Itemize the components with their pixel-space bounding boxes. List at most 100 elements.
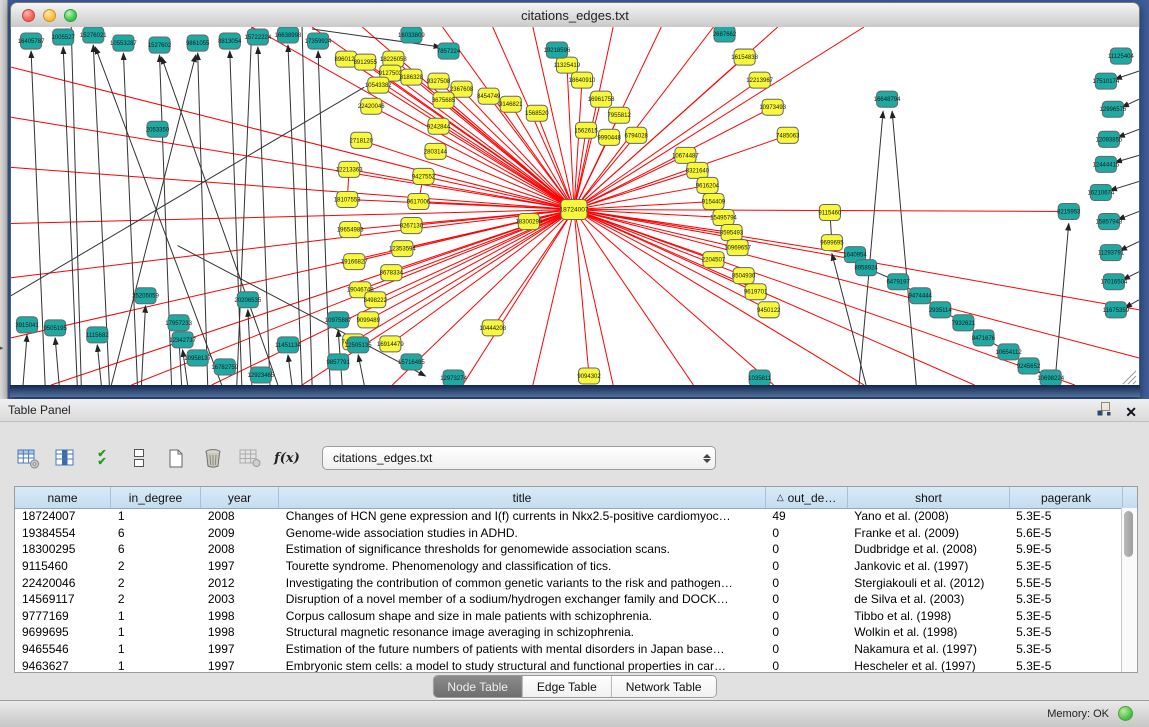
table-cell[interactable]: Tourette syndrome. Phenomenology and cla… (279, 559, 766, 573)
graph-node[interactable]: 16638998 (275, 27, 302, 43)
table-cell[interactable]: 5.3E-5 (1009, 609, 1122, 623)
table-row[interactable]: 1456911722003Disruption of a novel membe… (15, 591, 1122, 608)
graph-node[interactable]: 10654112 (995, 344, 1022, 360)
graph-node[interactable]: 10958137 (184, 350, 211, 366)
graph-node[interactable]: 8215953 (1057, 203, 1081, 219)
table-cell[interactable]: Dudbridge et al. (2008) (847, 542, 1009, 556)
table-row[interactable]: 1938455462009Genome-wide association stu… (15, 525, 1122, 542)
graph-node[interactable]: 1568520 (525, 105, 549, 121)
function-builder-button[interactable]: f(x) (275, 446, 299, 470)
graph-node[interactable]: 12996575 (1100, 101, 1127, 117)
table-cell[interactable]: Tibbo et al. (1998) (847, 609, 1009, 623)
graph-node[interactable]: 2053350 (146, 121, 170, 137)
table-cell[interactable]: 0 (765, 642, 847, 656)
graph-node[interactable]: 16648794 (874, 91, 901, 107)
graph-node[interactable]: 11293791 (1098, 245, 1125, 261)
graph-node[interactable]: 16961758 (588, 91, 615, 107)
graph-node[interactable]: 1005527 (52, 29, 76, 45)
graph-node[interactable]: 9619701 (744, 284, 768, 300)
graph-node[interactable]: 2204507 (702, 252, 726, 268)
graph-node[interactable]: 7932621 (952, 315, 976, 331)
graph-node[interactable]: 1562615 (574, 122, 598, 138)
column-header-pagerank[interactable]: pagerank (1010, 487, 1123, 508)
graph-node[interactable]: 12505135 (345, 337, 372, 353)
graph-node[interactable]: 12923465 (248, 367, 275, 383)
graph-node[interactable]: 12213363 (336, 161, 363, 177)
table-cell[interactable]: 2003 (201, 592, 279, 606)
graph-node[interactable]: 12353594 (389, 241, 416, 257)
table-cell[interactable]: Embryonic stem cells: a model to study s… (279, 659, 766, 672)
table-cell[interactable]: 9463627 (15, 659, 111, 672)
table-selector-dropdown[interactable]: citations_edges.txt (322, 446, 716, 470)
graph-node[interactable]: 11125404 (1108, 48, 1134, 64)
graph-node[interactable]: 3915041 (15, 317, 39, 333)
minimize-window-button[interactable] (43, 9, 56, 22)
graph-node[interactable]: 10973493 (759, 99, 786, 115)
close-window-button[interactable] (22, 9, 35, 22)
table-cell[interactable]: 5.6E-5 (1009, 526, 1122, 540)
table-cell[interactable]: 1 (111, 625, 201, 639)
table-cell[interactable]: 5.3E-5 (1009, 642, 1122, 656)
graph-node[interactable]: 17359924 (305, 33, 332, 49)
table-cell[interactable]: Estimation of the future numbers of pati… (279, 642, 766, 656)
table-cell[interactable]: Estimation of significance thresholds fo… (279, 542, 766, 556)
table-cell[interactable]: Genome-wide association studies in ADHD. (279, 526, 766, 540)
splitter-strip[interactable]: ▸ (0, 0, 8, 399)
column-header-in-degree[interactable]: in_degree (111, 487, 201, 508)
table-cell[interactable]: 1997 (201, 642, 279, 656)
graph-node[interactable]: 18724007 (559, 199, 588, 219)
table-cell[interactable]: 22420046 (15, 576, 111, 590)
splitter-collapse-icon[interactable]: ▸ (0, 344, 4, 352)
graph-node[interactable]: 8454749 (477, 88, 501, 104)
table-cell[interactable]: 0 (765, 526, 847, 540)
table-cell[interactable]: 18724007 (15, 509, 111, 523)
row-height-button[interactable] (127, 446, 151, 470)
graph-node[interactable]: 16914479 (377, 336, 404, 352)
table-cell[interactable]: Structural magnetic resonance image aver… (279, 625, 766, 639)
graph-node[interactable]: 9154409 (702, 193, 726, 209)
table-cell[interactable]: Wolkin et al. (1998) (847, 625, 1009, 639)
graph-node[interactable]: 18640910 (569, 72, 596, 88)
graph-node[interactable]: 9094302 (577, 368, 601, 384)
table-cell[interactable]: 2008 (201, 542, 279, 556)
graph-node[interactable]: 19166827 (341, 254, 368, 270)
graph-node[interactable]: 8471676 (972, 330, 996, 346)
table-cell[interactable]: Disruption of a novel member of a sodium… (279, 592, 766, 606)
graph-node[interactable]: 12213967 (746, 72, 773, 88)
graph-node[interactable]: 9857791 (326, 354, 350, 370)
graph-node[interactable]: 8595493 (720, 225, 744, 241)
graph-node[interactable]: 1035811 (748, 370, 772, 385)
graph-node[interactable]: 10674487 (672, 147, 699, 163)
graph-node[interactable]: 17957233 (165, 315, 192, 331)
graph-node[interactable]: 7485063 (776, 127, 800, 143)
graph-node[interactable]: 7857224 (437, 43, 461, 59)
table-cell[interactable]: Yano et al. (2008) (847, 509, 1009, 523)
table-row[interactable]: 977716911998Corpus callosum shape and si… (15, 608, 1122, 625)
table-cell[interactable]: 2 (111, 559, 201, 573)
vertical-scrollbar[interactable] (1121, 508, 1137, 672)
graph-node[interactable]: 17016504 (1101, 274, 1128, 290)
table-cell[interactable]: 1998 (201, 625, 279, 639)
network-canvas[interactable]: 1872400718300295896012389129551822605891… (11, 27, 1139, 385)
table-cell[interactable]: 6 (111, 526, 201, 540)
graph-node[interactable]: 25205059 (132, 288, 159, 304)
graph-node[interactable]: 9327508 (427, 73, 451, 89)
graph-node[interactable]: 8912955 (354, 54, 378, 70)
graph-node[interactable]: 2687662 (713, 27, 737, 42)
graph-node[interactable]: 1115682 (86, 327, 109, 343)
table-cell[interactable]: 5.3E-5 (1009, 559, 1122, 573)
graph-node[interactable]: 8813054 (218, 33, 242, 49)
tab-network-table[interactable]: Network Table (612, 676, 716, 697)
graph-node[interactable]: 12444415 (1093, 156, 1120, 172)
graph-node[interactable]: 22420046 (358, 98, 385, 114)
graph-node[interactable]: 18300295 (515, 214, 542, 230)
table-settings-button[interactable] (16, 446, 40, 470)
table-cell[interactable]: Stergiakouli et al. (2012) (847, 576, 1009, 590)
table-cell[interactable]: 0 (765, 625, 847, 639)
table-cell[interactable]: Jankovic et al. (1997) (847, 559, 1009, 573)
table-cell[interactable]: 5.3E-5 (1009, 592, 1122, 606)
table-cell[interactable]: 0 (765, 659, 847, 672)
table-cell[interactable]: 1 (111, 509, 201, 523)
table-cell[interactable]: Investigating the contribution of common… (279, 576, 766, 590)
table-cell[interactable]: 5.9E-5 (1009, 542, 1122, 556)
